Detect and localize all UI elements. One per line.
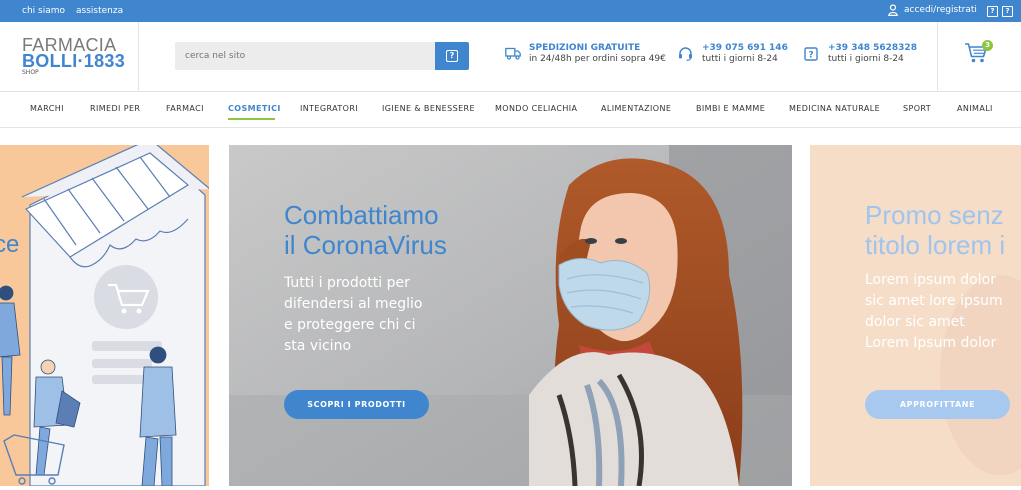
faq-icon[interactable]: ?	[1002, 6, 1013, 17]
nav-sport[interactable]: SPORT	[903, 104, 931, 113]
promo-cta-button[interactable]: APPROFITTANE	[865, 390, 1010, 419]
logo-line2: BOLLI·1833	[22, 51, 126, 71]
promo-text-line: sic amet lore ipsum	[865, 293, 1003, 309]
truck-icon	[505, 47, 521, 60]
cart-count-badge: 3	[982, 40, 993, 51]
active-nav-underline	[228, 118, 275, 120]
logo[interactable]: FARMACIA BOLLI·1833 SHOP	[0, 22, 139, 92]
header: FARMACIA BOLLI·1833 SHOP ? SPEDIZIONI GR…	[0, 22, 1021, 92]
user-icon	[888, 4, 898, 16]
promo-text-line: Lorem Ipsum dolor	[865, 335, 997, 351]
nav-animali[interactable]: ANIMALI	[957, 104, 993, 113]
nav-rimedi-per[interactable]: RIMEDI PER	[90, 104, 140, 113]
hero-title-line2: il CoronaVirus	[284, 230, 447, 260]
search-icon: ?	[446, 50, 458, 62]
promo-title-line2: titolo lorem i	[865, 230, 1006, 260]
hero-text-line: Tutti i prodotti per	[284, 275, 410, 291]
login-link[interactable]: accedi/registrati	[888, 4, 977, 16]
logo-line3: SHOP	[22, 69, 39, 76]
link-chi-siamo[interactable]: chi siamo	[22, 6, 65, 16]
phone-1-hours: tutti i giorni 8-24	[702, 54, 778, 64]
promo-title-line1: Promo senz	[865, 200, 1004, 230]
hero-text: Tutti i prodotti per difendersi al megli…	[284, 273, 422, 357]
nav-bimbi-mamme[interactable]: BIMBI E MAMME	[696, 104, 765, 113]
promo-title: Promo senz titolo lorem i	[865, 200, 1005, 260]
shopping-illustration	[0, 145, 209, 486]
promo-text-line: dolor sic amet	[865, 314, 965, 330]
login-label: accedi/registrati	[904, 5, 977, 15]
hero-title: Combattiamo il CoronaVirus	[284, 200, 447, 260]
nav-mondo-celiachia[interactable]: MONDO CELIACHIA	[495, 104, 577, 113]
main-nav: MARCHI RIMEDI PER FARMACI COSMETICI INTE…	[0, 92, 1021, 128]
nav-cosmetici[interactable]: COSMETICI	[228, 104, 281, 113]
hero-text-line: sta vicino	[284, 338, 352, 354]
search-button[interactable]: ?	[435, 42, 469, 70]
hero-text-line: e proteggere chi ci	[284, 317, 416, 333]
slide-prev-title-fragment: ce	[0, 231, 20, 258]
carousel-slide-next[interactable]: Promo senz titolo lorem i Lorem ipsum do…	[810, 145, 1021, 486]
nav-igiene-benessere[interactable]: IGIENE & BENESSERE	[382, 104, 475, 113]
header-divider	[937, 22, 938, 92]
discover-products-button[interactable]: SCOPRI I PRODOTTI	[284, 390, 429, 419]
phone-2-hours: tutti i giorni 8-24	[828, 54, 904, 64]
promo-text-line: Lorem ipsum dolor	[865, 272, 996, 288]
nav-medicina-naturale[interactable]: MEDICINA NATURALE	[789, 104, 880, 113]
hero-title-line1: Combattiamo	[284, 200, 439, 230]
nav-integratori[interactable]: INTEGRATORI	[300, 104, 358, 113]
nav-marchi[interactable]: MARCHI	[30, 104, 64, 113]
nav-alimentazione[interactable]: ALIMENTAZIONE	[601, 104, 671, 113]
svg-text:?: ?	[808, 51, 813, 61]
hero-text-line: difendersi al meglio	[284, 296, 423, 312]
carousel-slide-main[interactable]: Combattiamo il CoronaVirus Tutti i prodo…	[229, 145, 792, 486]
link-assistenza[interactable]: assistenza	[76, 6, 123, 16]
search-box: ?	[175, 42, 469, 70]
carousel-slide-prev[interactable]: ce	[0, 145, 209, 486]
help-icon[interactable]: ?	[987, 6, 998, 17]
top-bar: chi siamo assistenza accedi/registrati ?…	[0, 0, 1021, 22]
nav-farmaci[interactable]: FARMACI	[166, 104, 204, 113]
shipping-text: in 24/48h per ordini sopra 49€	[529, 54, 666, 64]
headset-icon	[679, 47, 692, 61]
cart-button[interactable]: 3	[964, 40, 993, 68]
promo-text: Lorem ipsum dolor sic amet lore ipsum do…	[865, 270, 1003, 354]
search-input[interactable]	[175, 42, 435, 70]
question-icon: ?	[804, 47, 818, 61]
